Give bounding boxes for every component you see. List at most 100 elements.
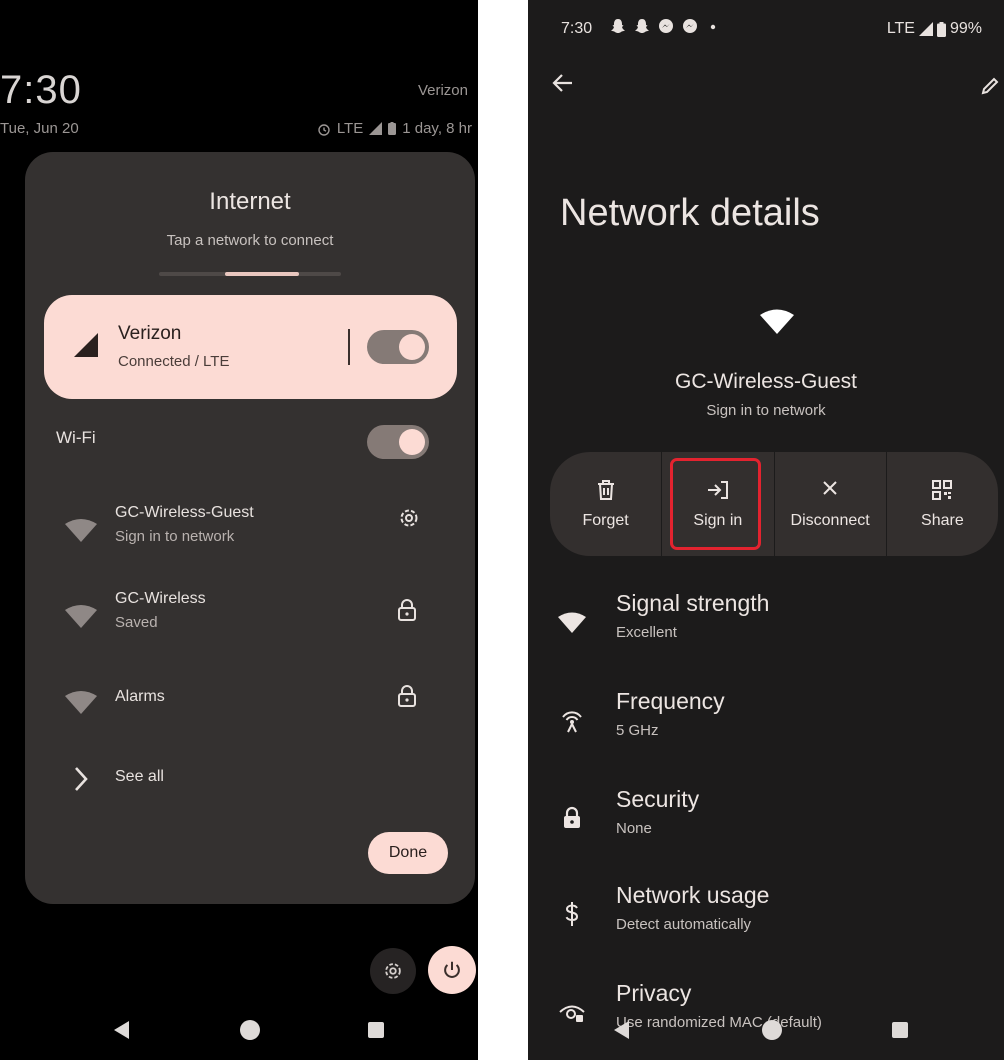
network-name: Alarms bbox=[115, 688, 165, 705]
lock-icon bbox=[398, 685, 416, 707]
close-icon bbox=[823, 481, 837, 495]
wifi-icon bbox=[65, 519, 97, 542]
status-time: 7:30 bbox=[561, 20, 593, 37]
left-screen: 7:30 Verizon Tue, Jun 20 LTE 1 day, 8 hr… bbox=[0, 0, 478, 1060]
right-screen: 7:30 LTE 99% Network details GC-Wireless… bbox=[528, 0, 1004, 1060]
wifi-icon bbox=[65, 691, 97, 714]
qr-code-icon-wrap bbox=[887, 480, 998, 502]
carrier-card[interactable]: Verizon Connected / LTE bbox=[44, 295, 457, 399]
network-item-gc-wireless-guest[interactable]: GC-Wireless-Guest Sign in to network bbox=[25, 504, 475, 564]
snapchat-icon bbox=[635, 19, 649, 33]
detail-title: Privacy bbox=[616, 980, 692, 1006]
detail-network-usage[interactable]: Network usage Detect automatically bbox=[528, 882, 1004, 952]
network-name: GC-Wireless-Guest bbox=[115, 504, 254, 521]
carrier-card-status: Connected / LTE bbox=[118, 353, 230, 370]
sign-in-highlight bbox=[670, 458, 761, 550]
lock-icon bbox=[558, 804, 586, 832]
wifi-toggle[interactable] bbox=[367, 425, 429, 459]
navigation-bar bbox=[0, 1012, 478, 1048]
gear-icon bbox=[385, 963, 401, 979]
toggle-knob bbox=[399, 429, 425, 455]
lock-icon bbox=[398, 599, 416, 621]
divider bbox=[348, 329, 350, 365]
detail-frequency[interactable]: Frequency 5 GHz bbox=[528, 688, 1004, 758]
detail-security[interactable]: Security None bbox=[528, 786, 1004, 856]
wifi-icon bbox=[760, 309, 794, 334]
battery-level: 99% bbox=[949, 20, 982, 37]
toggle-knob bbox=[399, 334, 425, 360]
antenna-icon bbox=[558, 706, 586, 734]
navigation-bar bbox=[528, 1012, 1004, 1048]
detail-title: Security bbox=[616, 786, 700, 812]
detail-title: Signal strength bbox=[616, 590, 770, 616]
nav-home-button[interactable] bbox=[762, 1020, 782, 1040]
battery-icon bbox=[936, 21, 946, 37]
network-ssid-status: Sign in to network bbox=[706, 402, 826, 419]
nav-back-button[interactable] bbox=[114, 1021, 129, 1039]
detail-value: 5 GHz bbox=[616, 722, 659, 739]
nav-back-button[interactable] bbox=[614, 1021, 629, 1039]
action-label: Share bbox=[921, 512, 964, 529]
network-item-gc-wireless[interactable]: GC-Wireless Saved bbox=[25, 590, 475, 650]
trash-icon-wrap bbox=[550, 480, 661, 502]
back-arrow-icon[interactable] bbox=[552, 72, 574, 94]
disconnect-button[interactable]: Disconnect bbox=[775, 452, 887, 556]
network-item-alarms[interactable]: Alarms bbox=[25, 685, 475, 748]
see-all-link[interactable]: See all bbox=[25, 762, 475, 802]
wifi-icon bbox=[558, 608, 586, 636]
snapchat-icon bbox=[611, 19, 625, 33]
wifi-label: Wi-Fi bbox=[56, 428, 96, 447]
lockscreen-date: Tue, Jun 20 bbox=[0, 120, 79, 137]
messenger-icon bbox=[683, 19, 697, 33]
network-status: Sign in to network bbox=[115, 528, 235, 545]
network-type: LTE bbox=[886, 20, 915, 37]
detail-title: Frequency bbox=[616, 688, 725, 714]
edit-icon[interactable] bbox=[980, 76, 1000, 96]
signal-icon bbox=[918, 22, 933, 36]
panel-subtitle: Tap a network to connect bbox=[166, 232, 334, 249]
scan-progress-fill bbox=[225, 272, 299, 276]
nav-recents-button[interactable] bbox=[368, 1022, 384, 1038]
network-status: Saved bbox=[115, 614, 158, 631]
action-label: Forget bbox=[582, 512, 629, 529]
battery-remaining: 1 day, 8 hr bbox=[402, 120, 472, 137]
share-button[interactable]: Share bbox=[887, 452, 998, 556]
cell-signal-icon bbox=[74, 333, 98, 357]
network-type: LTE bbox=[336, 120, 364, 137]
carrier-card-name: Verizon bbox=[118, 323, 182, 344]
qr-code-icon bbox=[932, 480, 953, 500]
trash-icon bbox=[597, 480, 614, 500]
lockscreen-time: 7:30 bbox=[0, 68, 82, 112]
alarm-icon bbox=[318, 123, 330, 136]
mobile-data-toggle[interactable] bbox=[367, 330, 429, 364]
nav-recents-button[interactable] bbox=[892, 1022, 908, 1038]
messenger-icon bbox=[659, 19, 673, 33]
power-button[interactable] bbox=[428, 946, 476, 994]
wifi-icon bbox=[65, 605, 97, 628]
detail-value: Excellent bbox=[616, 624, 677, 641]
page-title: Network details bbox=[560, 192, 820, 234]
carrier-name: Verizon bbox=[417, 82, 468, 99]
status-indicators: LTE 1 day, 8 hr bbox=[317, 120, 472, 137]
close-icon-wrap bbox=[775, 480, 886, 502]
detail-title: Network usage bbox=[616, 882, 770, 908]
see-all-label: See all bbox=[115, 768, 164, 785]
status-indicators: LTE 99% bbox=[887, 20, 982, 38]
internet-panel: Internet Tap a network to connect Verizo… bbox=[25, 152, 475, 904]
forget-button[interactable]: Forget bbox=[550, 452, 663, 556]
detail-signal-strength[interactable]: Signal strength Excellent bbox=[528, 590, 1004, 660]
settings-button[interactable] bbox=[370, 948, 416, 994]
nav-home-button[interactable] bbox=[240, 1020, 260, 1040]
action-label: Disconnect bbox=[790, 512, 870, 529]
scan-progress bbox=[159, 272, 341, 276]
detail-value: None bbox=[616, 820, 652, 837]
panel-title: Internet bbox=[209, 188, 291, 215]
gear-icon[interactable] bbox=[397, 506, 421, 530]
notification-icons bbox=[610, 18, 720, 34]
dollar-icon bbox=[558, 900, 586, 928]
network-actions: Forget Sign in Disconnect Share bbox=[550, 452, 998, 556]
signal-icon bbox=[369, 122, 383, 135]
chevron-right-icon bbox=[75, 767, 88, 791]
battery-icon bbox=[388, 122, 397, 135]
done-button[interactable]: Done bbox=[368, 832, 448, 874]
